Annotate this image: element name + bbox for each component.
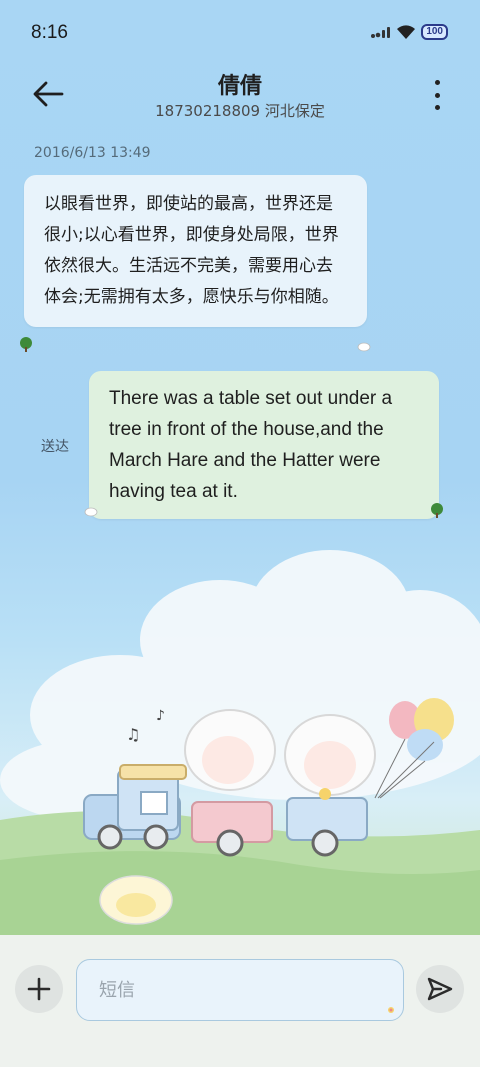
message-input-container[interactable] (76, 959, 404, 1021)
battery-indicator: 100 (421, 24, 448, 40)
send-button[interactable] (416, 965, 464, 1013)
signal-icon (371, 27, 391, 38)
delivery-status: 送达 (41, 439, 69, 455)
sheep-sticker-icon (84, 507, 98, 517)
status-bar: 8:16 100 (0, 0, 480, 66)
add-attachment-button[interactable] (15, 965, 63, 1013)
conversation-header: 倩倩 18730218809 河北保定 (0, 66, 480, 128)
contact-name: 倩倩 (217, 74, 262, 99)
composer-bar (0, 935, 480, 1067)
svg-text:♫: ♫ (126, 725, 140, 744)
flower-sticker-icon (388, 1007, 394, 1013)
outgoing-message-text: There was a table set out under a tree i… (109, 388, 393, 502)
send-icon (427, 977, 453, 1001)
incoming-message-bubble[interactable]: 以眼看世界，即使站的最高，世界还是很小;以心看世界，即使身处局限，世界依然很大。… (24, 175, 367, 327)
outgoing-message-bubble[interactable]: There was a table set out under a tree i… (89, 371, 439, 519)
contact-number-location: 18730218809 河北保定 (155, 102, 325, 120)
message-input[interactable] (99, 977, 379, 1003)
wifi-icon (397, 25, 416, 39)
tree-sticker-icon (431, 503, 443, 518)
message-timestamp: 2016/6/13 13:49 (34, 145, 151, 161)
wallpaper-illustration: ♫ ♪ (0, 550, 480, 935)
more-options-button[interactable] (432, 80, 442, 110)
tree-sticker-icon (20, 337, 32, 352)
more-vertical-icon (434, 80, 440, 85)
status-icons: 100 (371, 24, 448, 40)
sheep-sticker-icon (357, 342, 371, 352)
status-time: 8:16 (31, 22, 68, 43)
svg-text:♪: ♪ (156, 708, 165, 724)
plus-icon (27, 977, 51, 1001)
incoming-message-text: 以眼看世界，即使站的最高，世界还是很小;以心看世界，即使身处局限，世界依然很大。… (44, 194, 339, 307)
